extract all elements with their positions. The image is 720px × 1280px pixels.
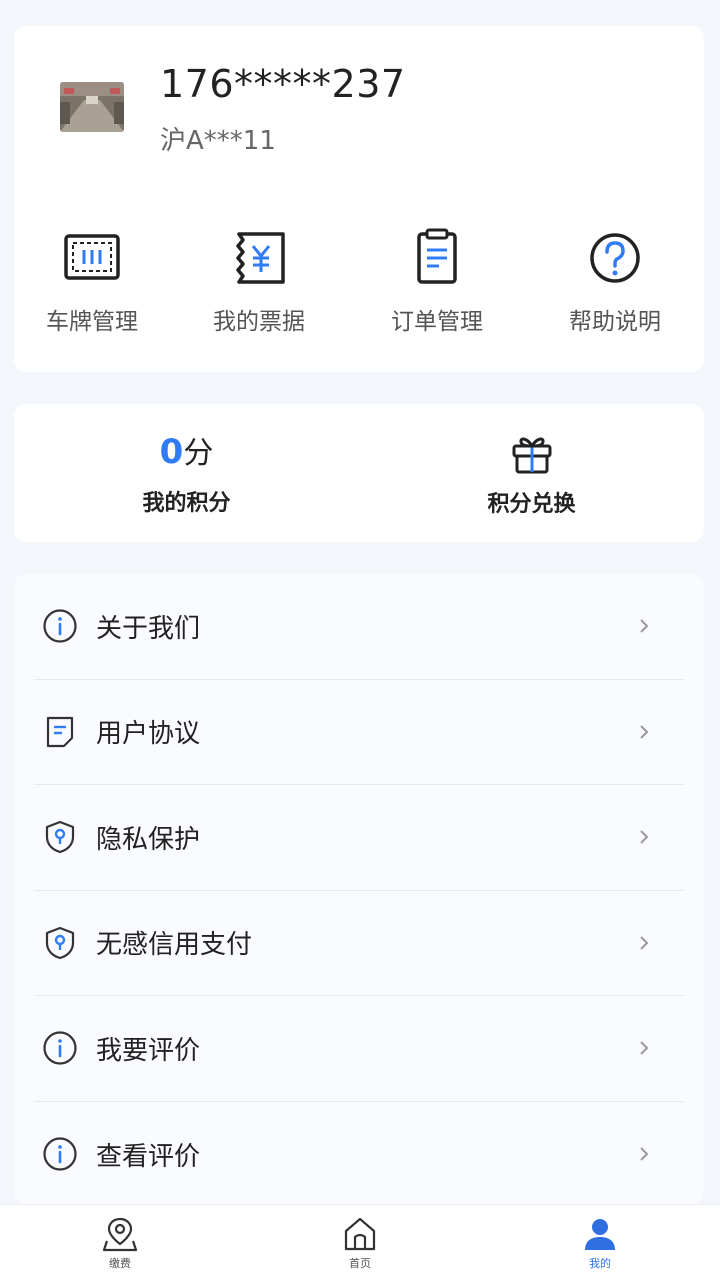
menu-item-label: 关于我们 bbox=[96, 613, 201, 644]
profile-card: 176*****237 沪A***11 车牌管理 我的票据 订单管理 帮助说明 bbox=[14, 26, 704, 372]
tab-label: 首页 bbox=[349, 1256, 371, 1270]
license-plate-icon bbox=[64, 234, 120, 280]
avatar[interactable] bbox=[60, 82, 124, 132]
chevron-right-icon bbox=[640, 1041, 649, 1055]
quick-action-help[interactable]: 帮助说明 bbox=[526, 226, 704, 346]
bottom-tab-bar: 缴费 首页 我的 bbox=[0, 1204, 720, 1280]
points-exchange[interactable]: 积分兑换 bbox=[359, 404, 704, 542]
menu-item-label: 查看评价 bbox=[96, 1141, 201, 1172]
shield-icon bbox=[45, 821, 75, 854]
chevron-right-icon bbox=[640, 936, 649, 950]
menu-item-privacy-protection[interactable]: 隐私保护 bbox=[34, 785, 684, 891]
menu-item-write-review[interactable]: 我要评价 bbox=[34, 996, 684, 1102]
quick-action-label: 车牌管理 bbox=[46, 309, 138, 335]
document-icon bbox=[46, 716, 74, 747]
menu-item-label: 隐私保护 bbox=[96, 824, 201, 855]
menu-item-about-us[interactable]: 关于我们 bbox=[34, 574, 684, 680]
menu-item-user-agreement[interactable]: 用户协议 bbox=[34, 680, 684, 785]
gift-icon bbox=[512, 437, 551, 474]
quick-actions: 车牌管理 我的票据 订单管理 帮助说明 bbox=[14, 226, 704, 346]
home-icon bbox=[344, 1217, 376, 1250]
points-number: 0 bbox=[159, 432, 184, 472]
tab-home[interactable]: 首页 bbox=[240, 1205, 480, 1280]
user-icon bbox=[585, 1218, 615, 1250]
menu-item-label: 我要评价 bbox=[96, 1035, 201, 1066]
chevron-right-icon bbox=[640, 830, 649, 844]
tab-mine[interactable]: 我的 bbox=[480, 1205, 720, 1280]
quick-action-order-management[interactable]: 订单管理 bbox=[348, 226, 526, 346]
receipt-icon bbox=[236, 232, 285, 284]
points-unit: 分 bbox=[183, 436, 214, 471]
quick-action-label: 订单管理 bbox=[391, 309, 483, 335]
tab-payment[interactable]: 缴费 bbox=[0, 1205, 240, 1280]
points-value: 0分 bbox=[160, 429, 214, 475]
help-icon bbox=[590, 233, 640, 283]
shield-icon bbox=[45, 926, 75, 959]
chevron-right-icon bbox=[640, 1147, 649, 1161]
location-icon bbox=[102, 1217, 138, 1251]
quick-action-label: 我的票据 bbox=[213, 309, 305, 335]
chevron-right-icon bbox=[640, 725, 649, 739]
order-icon bbox=[417, 228, 457, 284]
my-points[interactable]: 0分 我的积分 bbox=[14, 404, 359, 542]
chevron-right-icon bbox=[640, 619, 649, 633]
points-exchange-label: 积分兑换 bbox=[487, 492, 576, 517]
menu-item-label: 用户协议 bbox=[96, 719, 201, 750]
tab-label: 我的 bbox=[589, 1256, 611, 1270]
menu-item-credit-payment[interactable]: 无感信用支付 bbox=[34, 891, 684, 996]
menu-item-label: 无感信用支付 bbox=[96, 930, 253, 961]
points-label: 我的积分 bbox=[142, 491, 231, 516]
phone-number: 176*****237 bbox=[160, 62, 406, 106]
info-icon bbox=[43, 609, 77, 643]
menu-item-view-reviews[interactable]: 查看评价 bbox=[34, 1102, 684, 1208]
tab-label: 缴费 bbox=[109, 1256, 131, 1270]
quick-action-label: 帮助说明 bbox=[569, 309, 661, 335]
quick-action-plate-management[interactable]: 车牌管理 bbox=[14, 226, 170, 346]
settings-menu: 关于我们 用户协议 隐私保护 无感信用支付 我要评价 查看评价 bbox=[14, 574, 704, 1204]
info-icon bbox=[43, 1031, 77, 1065]
info-icon bbox=[43, 1137, 77, 1171]
quick-action-my-receipts[interactable]: 我的票据 bbox=[170, 226, 348, 346]
points-card: 0分 我的积分 积分兑换 bbox=[14, 404, 704, 542]
license-plate-number: 沪A***11 bbox=[160, 126, 276, 156]
